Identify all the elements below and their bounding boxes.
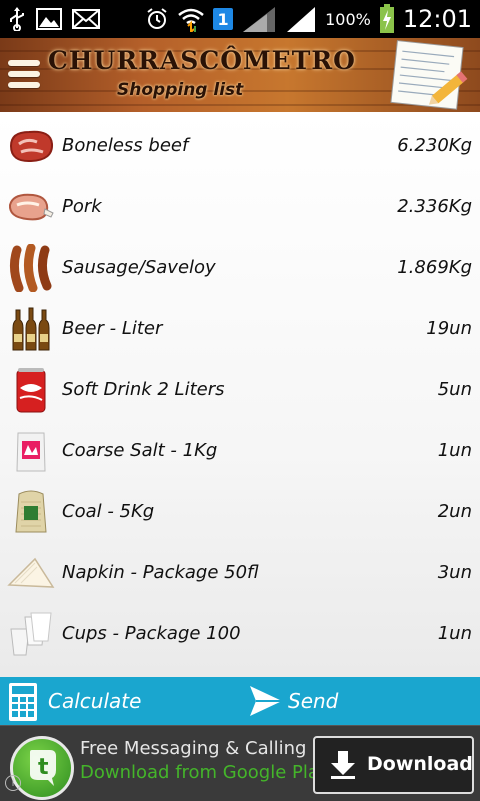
battery-percent: 100% <box>325 9 371 29</box>
menu-button[interactable] <box>8 54 42 94</box>
item-quantity: 1un <box>437 440 472 461</box>
beef-icon <box>6 121 56 171</box>
svg-text:t: t <box>38 755 49 780</box>
list-item[interactable]: Sausage/Saveloy 1.869Kg <box>0 237 480 298</box>
send-button[interactable]: Send <box>240 677 480 725</box>
battery-charging-icon <box>379 4 395 34</box>
soda-can-icon <box>6 365 56 415</box>
ad-headline: Free Messaging & Calling <box>80 738 307 759</box>
calculate-label: Calculate <box>48 689 142 713</box>
list-item[interactable]: Napkin - Package 50fl 3un <box>0 542 480 603</box>
pork-icon <box>6 182 56 232</box>
calculate-button[interactable]: Calculate <box>0 677 240 725</box>
list-item[interactable]: Pork 2.336Kg <box>0 176 480 237</box>
download-label: Download <box>367 753 473 775</box>
messenger-logo-icon: t <box>10 736 74 800</box>
image-icon <box>36 8 62 30</box>
item-name: Coarse Salt - 1Kg <box>62 440 218 461</box>
send-icon <box>248 684 284 722</box>
usb-icon <box>8 7 26 31</box>
status-bar: 1 100% 12:01 <box>0 0 480 38</box>
item-name: Boneless beef <box>62 135 189 156</box>
item-name: Pork <box>62 196 102 217</box>
sausage-icon <box>6 243 56 293</box>
salt-bag-icon <box>6 426 56 476</box>
beer-icon <box>6 304 56 354</box>
calculator-icon <box>8 682 38 726</box>
shopping-list: Boneless beef 6.230Kg Pork 2.336Kg Sausa… <box>0 112 480 677</box>
coal-bag-icon <box>6 487 56 537</box>
cups-icon <box>6 609 56 659</box>
list-item[interactable]: Boneless beef 6.230Kg <box>0 115 480 176</box>
item-name: Soft Drink 2 Liters <box>62 379 225 400</box>
item-quantity: 1.869Kg <box>397 257 472 278</box>
item-quantity: 2un <box>437 501 472 522</box>
app-header: CHURRASCÔMETRO Shopping list <box>0 38 480 112</box>
list-item[interactable]: Coal - 5Kg 2un <box>0 481 480 542</box>
list-item[interactable]: Beer - Liter 19un <box>0 298 480 359</box>
item-name: Cups - Package 100 <box>62 623 241 644</box>
ad-subline: Download from Google Pla <box>80 762 319 783</box>
item-name: Sausage/Saveloy <box>62 257 216 278</box>
list-item[interactable]: Cups - Package 100 1un <box>0 603 480 664</box>
signal-2-icon <box>285 5 317 33</box>
list-item[interactable]: Coarse Salt - 1Kg 1un <box>0 420 480 481</box>
app-title: CHURRASCÔMETRO <box>48 46 356 75</box>
ad-download-button[interactable]: Download <box>313 736 474 794</box>
page-subtitle: Shopping list <box>117 80 244 100</box>
mail-icon <box>72 9 100 29</box>
sim-icon: 1 <box>213 8 234 30</box>
signal-icon <box>241 5 277 33</box>
napkin-icon <box>6 548 56 598</box>
list-item[interactable]: Soft Drink 2 Liters 5un <box>0 359 480 420</box>
item-quantity: 2.336Kg <box>397 196 472 217</box>
ad-info-icon[interactable]: i <box>5 775 21 791</box>
wifi-icon <box>177 6 205 32</box>
ad-banner[interactable]: t Free Messaging & Calling Download from… <box>0 725 480 801</box>
item-quantity: 3un <box>437 562 472 583</box>
notepad-pencil-icon <box>382 40 474 110</box>
item-quantity: 6.230Kg <box>397 135 472 156</box>
item-name: Napkin - Package 50fl <box>62 562 259 583</box>
download-arrow-icon <box>329 749 357 783</box>
send-label: Send <box>288 689 339 713</box>
action-bar: Calculate Send <box>0 677 480 725</box>
item-name: Beer - Liter <box>62 318 163 339</box>
item-quantity: 19un <box>426 318 472 339</box>
item-name: Coal - 5Kg <box>62 501 155 522</box>
clock: 12:01 <box>402 5 472 33</box>
alarm-icon <box>145 7 169 31</box>
item-quantity: 1un <box>437 623 472 644</box>
item-quantity: 5un <box>437 379 472 400</box>
